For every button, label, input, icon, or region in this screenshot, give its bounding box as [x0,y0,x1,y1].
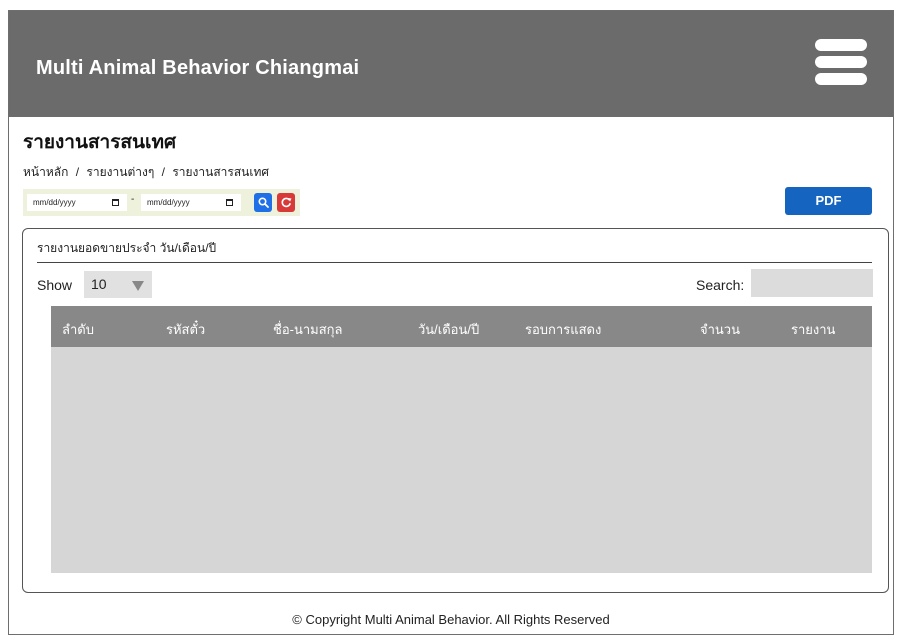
column-header-ticket-id[interactable]: รหัสตั๋ว [166,319,205,340]
table-search-input[interactable] [751,269,873,297]
footer-copyright: © Copyright Multi Animal Behavior. All R… [292,612,610,627]
column-header-report[interactable]: รายงาน [791,319,835,340]
table-body [51,347,872,573]
hamburger-menu-icon[interactable] [815,39,867,85]
search-button[interactable] [254,193,272,212]
top-header: Multi Animal Behavior Chiangmai [9,11,893,117]
menu-bar [815,39,867,51]
breadcrumb-home[interactable]: หน้าหลัก [23,165,68,179]
column-header-showtime[interactable]: รอบการแสดง [525,319,601,340]
search-icon [258,197,269,208]
page-length-select[interactable]: 10 [84,271,152,298]
page-title: รายงานสารสนเทศ [23,132,177,153]
date-filter-bar: mm/dd/yyyy - mm/dd/yyyy [23,189,300,216]
table-header: ลำดับ รหัสตั๋ว ชื่อ-นามสกุล วัน/เดือน/ปี… [51,306,872,347]
app-window: Multi Animal Behavior Chiangmai รายงานสา… [8,10,894,635]
menu-bar [815,56,867,68]
calendar-icon[interactable] [226,199,233,206]
breadcrumb-reports[interactable]: รายงานต่างๆ [86,165,154,179]
date-to-input[interactable]: mm/dd/yyyy [141,194,241,211]
refresh-icon [281,197,292,208]
divider [37,262,872,263]
date-range-separator: - [131,194,135,205]
export-pdf-button[interactable]: PDF [785,187,872,215]
search-label: Search: [696,277,745,293]
breadcrumb: หน้าหลัก / รายงานต่างๆ / รายงานสารสนเทศ [23,163,269,182]
app-title: Multi Animal Behavior Chiangmai [36,57,360,79]
caret-down-icon [132,281,144,291]
date-from-input[interactable]: mm/dd/yyyy [27,194,127,211]
date-to-placeholder: mm/dd/yyyy [147,198,190,207]
date-from-placeholder: mm/dd/yyyy [33,198,76,207]
column-header-full-name[interactable]: ชื่อ-นามสกุล [273,319,343,340]
reset-button[interactable] [277,193,295,212]
menu-bar [815,73,867,85]
column-header-quantity[interactable]: จำนวน [700,319,740,340]
page-length-value: 10 [91,276,107,292]
breadcrumb-separator: / [75,165,80,179]
report-title: รายงานยอดขายประจำ วัน/เดือน/ปี [37,241,217,255]
breadcrumb-separator: / [161,165,165,179]
show-label: Show [37,277,73,293]
report-card: รายงานยอดขายประจำ วัน/เดือน/ปี Show 10 S… [22,228,889,593]
column-header-order[interactable]: ลำดับ [62,319,94,340]
column-header-date[interactable]: วัน/เดือน/ปี [418,319,479,340]
breadcrumb-current: รายงานสารสนเทศ [172,165,269,179]
calendar-icon[interactable] [112,199,119,206]
